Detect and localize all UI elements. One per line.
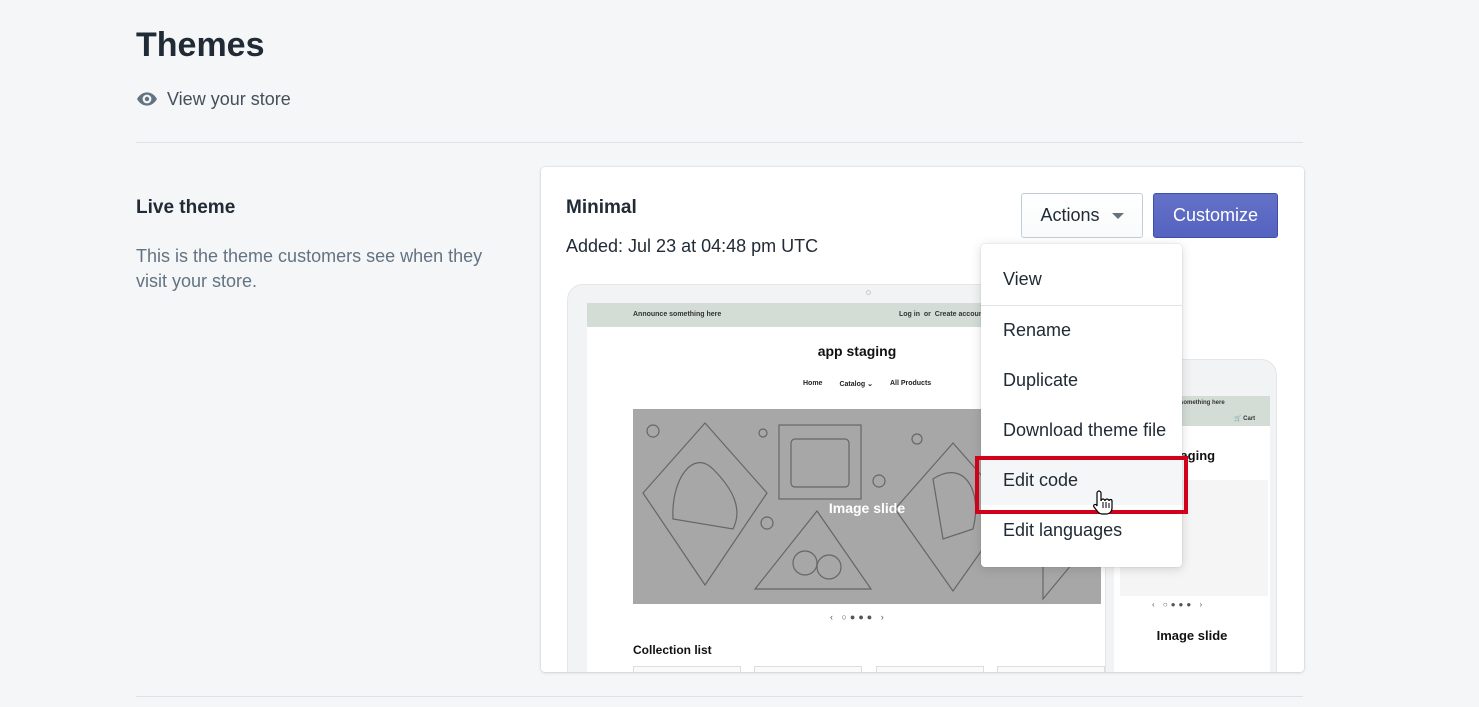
nav-home: Home	[803, 380, 823, 387]
divider	[136, 142, 1303, 143]
mobile-announcement-text: something here	[1180, 400, 1225, 406]
login-links: Log in or Create account	[899, 311, 985, 318]
announcement-text: Announce something here	[633, 311, 722, 318]
or-text: or	[923, 311, 931, 318]
actions-button[interactable]: Actions	[1021, 193, 1143, 238]
page-title: Themes	[136, 26, 265, 64]
menu-item-download-theme-file[interactable]: Download theme file	[981, 405, 1182, 455]
menu-item-view[interactable]: View	[981, 254, 1182, 304]
mobile-slider-controls: ‹ ○●●● ›	[1152, 600, 1206, 609]
nav-all-products: All Products	[889, 380, 932, 387]
menu-item-duplicate[interactable]: Duplicate	[981, 355, 1182, 405]
create-account-link: Create account	[934, 311, 986, 318]
theme-added-date: Added: Jul 23 at 04:48 pm UTC	[566, 236, 819, 256]
customize-button[interactable]: Customize	[1153, 193, 1278, 238]
menu-item-edit-languages[interactable]: Edit languages	[981, 505, 1182, 555]
cart-icon: 🛒	[1234, 416, 1242, 422]
mobile-slide-label: Image slide	[1156, 628, 1228, 643]
live-theme-heading: Live theme	[136, 197, 236, 218]
menu-item-edit-code[interactable]: Edit code	[981, 455, 1182, 505]
menu-item-rename[interactable]: Rename	[981, 305, 1182, 355]
caret-down-icon	[1111, 212, 1124, 219]
nav-catalog: Catalog ⌄	[839, 381, 873, 388]
collection-card	[754, 666, 862, 672]
collection-card	[633, 666, 741, 672]
login-link: Log in	[899, 311, 920, 318]
view-store-label[interactable]: View your store	[167, 89, 291, 110]
theme-name: Minimal	[566, 197, 637, 218]
live-theme-description: This is the theme customers see when the…	[136, 246, 483, 291]
eye-icon	[137, 92, 157, 106]
mobile-cart-label: Cart	[1243, 416, 1256, 422]
divider	[136, 696, 1303, 697]
mobile-cart: 🛒 Cart	[1234, 415, 1255, 422]
theme-card: Minimal Added: Jul 23 at 04:48 pm UTC Ac…	[541, 167, 1304, 672]
actions-menu: View Rename Duplicate Download theme fil…	[981, 244, 1182, 567]
collection-card	[997, 666, 1105, 672]
actions-label: Actions	[1040, 205, 1100, 225]
slider-controls: ‹ ○●●● ›	[830, 612, 887, 622]
hand-cursor-icon	[1093, 490, 1113, 515]
collection-card	[876, 666, 984, 672]
collection-list-title: Collection list	[633, 643, 712, 657]
camera-dot	[866, 290, 871, 295]
store-nav: Home Catalog ⌄ All Products	[803, 380, 931, 388]
view-store-link[interactable]: View your store	[136, 88, 291, 110]
